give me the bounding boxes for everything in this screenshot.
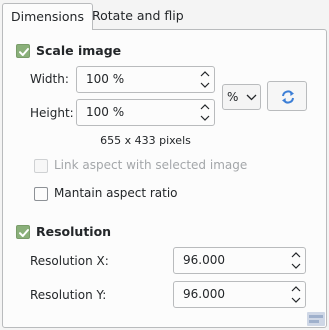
- link-aspect-label: Link aspect with selected image: [54, 158, 248, 172]
- resolution-label: Resolution: [36, 224, 112, 239]
- maintain-aspect-label: Mantain aspect ratio: [54, 186, 178, 200]
- resolution-x-label: Resolution X:: [30, 254, 109, 268]
- chevron-up-icon: [291, 286, 301, 292]
- chevron-down-icon: [246, 94, 257, 101]
- unit-combobox[interactable]: %: [222, 84, 261, 110]
- height-value: 100 %: [86, 105, 125, 119]
- chevron-down-icon: [291, 263, 301, 269]
- chevron-up-icon: [200, 104, 210, 110]
- dimensions-panel: Scale image Width: 100 % Height: 100 % %: [2, 29, 327, 328]
- unit-value: %: [227, 90, 239, 104]
- tab-bar: Dimensions Rotate and flip: [0, 0, 329, 30]
- pixel-size-text: 655 x 433 pixels: [100, 134, 191, 147]
- maintain-aspect-checkbox[interactable]: [34, 187, 48, 201]
- width-value: 100 %: [86, 72, 125, 86]
- resolution-checkbox[interactable]: [16, 225, 30, 239]
- chevron-down-icon: [200, 82, 210, 88]
- swap-dimensions-button[interactable]: [267, 81, 307, 111]
- chevron-up-icon: [291, 252, 301, 258]
- resolution-x-spinbox[interactable]: 96.000: [173, 247, 306, 274]
- watermark-logo-icon: [307, 312, 325, 326]
- resolution-y-label: Resolution Y:: [30, 288, 107, 302]
- width-label: Width:: [30, 72, 69, 86]
- width-spinbox[interactable]: 100 %: [76, 66, 215, 93]
- checkmark-icon: [19, 229, 29, 237]
- link-aspect-checkbox[interactable]: [34, 159, 48, 173]
- chevron-down-icon: [291, 297, 301, 303]
- tab-rotate-and-flip[interactable]: Rotate and flip: [84, 3, 192, 30]
- scale-image-checkbox[interactable]: [16, 44, 30, 58]
- tab-dimensions[interactable]: Dimensions: [2, 3, 93, 30]
- resolution-y-spinbox[interactable]: 96.000: [173, 281, 306, 308]
- chevron-down-icon: [200, 115, 210, 121]
- height-spin-arrows[interactable]: [197, 100, 213, 125]
- scale-image-label: Scale image: [36, 43, 122, 58]
- resolution-y-value: 96.000: [183, 287, 225, 301]
- height-spinbox[interactable]: 100 %: [76, 99, 215, 126]
- resolution-x-value: 96.000: [183, 253, 225, 267]
- checkmark-icon: [19, 48, 29, 56]
- resolution-y-spin-arrows[interactable]: [288, 282, 304, 307]
- width-spin-arrows[interactable]: [197, 67, 213, 92]
- resolution-x-spin-arrows[interactable]: [288, 248, 304, 273]
- chevron-up-icon: [200, 71, 210, 77]
- height-label: Height:: [30, 106, 74, 120]
- swap-arrows-icon: [282, 90, 294, 104]
